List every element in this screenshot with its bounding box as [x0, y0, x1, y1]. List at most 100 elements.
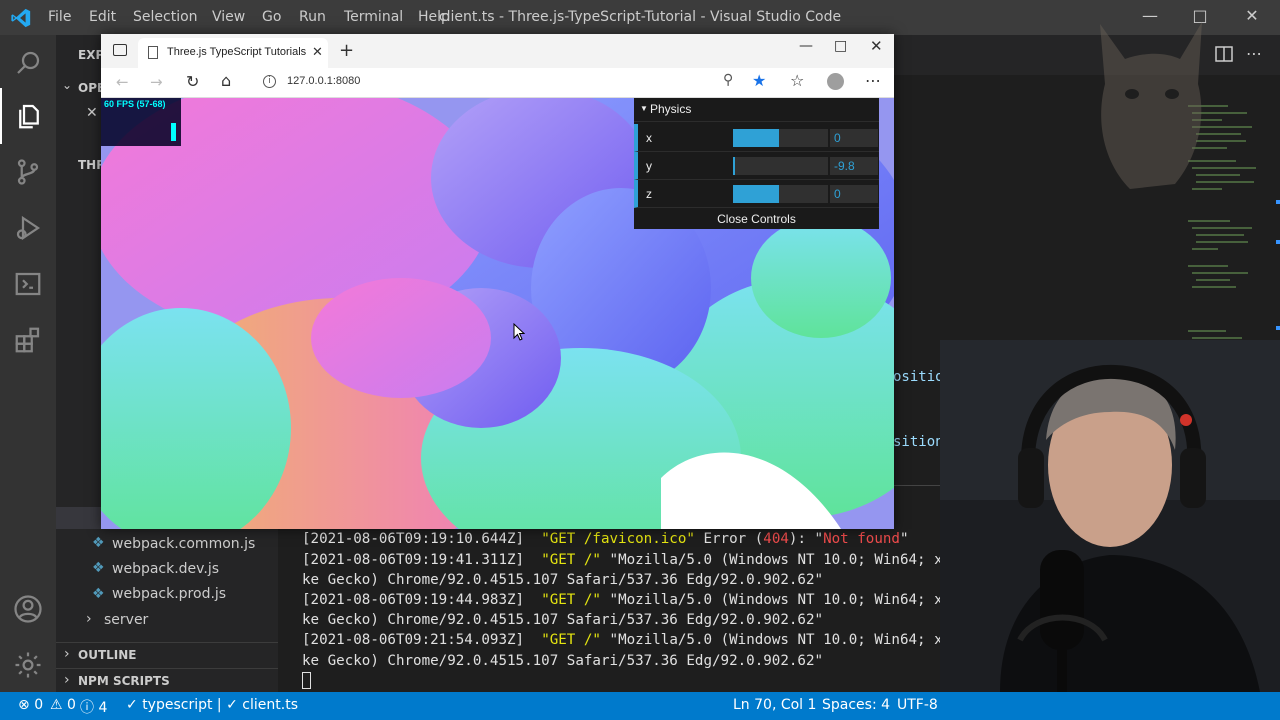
- gui-row-z: z 0: [634, 180, 879, 208]
- threejs-canvas[interactable]: 60 FPS (57-68) ▼ Physics x 0 y -9.8 z 0: [101, 98, 894, 529]
- gui-slider-fill: [733, 185, 779, 203]
- remote-explorer-icon[interactable]: [0, 256, 56, 312]
- favorites-icon[interactable]: ☆: [790, 71, 804, 90]
- gui-label: y: [646, 159, 652, 173]
- settings-gear-icon[interactable]: [0, 637, 56, 693]
- window-title: client.ts - Three.js-TypeScript-Tutorial…: [438, 9, 842, 25]
- info-indicator[interactable]: ⓘ 4: [80, 697, 107, 717]
- minimize-icon[interactable]: —: [799, 38, 813, 54]
- terminal-cursor: [302, 672, 311, 689]
- js-file-icon: ❖: [92, 586, 105, 602]
- scrollbar-marker: [1276, 200, 1280, 204]
- gui-number-input[interactable]: 0: [830, 129, 878, 147]
- favorite-star-icon[interactable]: ★: [752, 71, 766, 90]
- scrollbar-marker: [1276, 326, 1280, 330]
- browser-window: Three.js TypeScript Tutorials by S ✕ + —…: [101, 34, 894, 529]
- gui-number-input[interactable]: 0: [830, 185, 878, 203]
- close-icon[interactable]: ✕: [1240, 6, 1264, 30]
- outline-header[interactable]: OUTLINE: [78, 648, 136, 662]
- more-actions-icon[interactable]: ⋯: [1246, 44, 1262, 63]
- file-webpack-prod[interactable]: webpack.prod.js: [112, 586, 226, 602]
- back-icon[interactable]: ←: [116, 73, 129, 91]
- source-control-icon[interactable]: [0, 144, 56, 200]
- gui-slider[interactable]: [733, 157, 828, 175]
- new-tab-icon[interactable]: +: [339, 40, 354, 61]
- terminal-method: "GET /favicon.ico": [541, 531, 695, 547]
- cursor-position[interactable]: Ln 70, Col 1: [733, 697, 816, 713]
- gui-slider-fill: [733, 157, 735, 175]
- accounts-icon[interactable]: [0, 581, 56, 637]
- site-info-icon[interactable]: i: [263, 75, 276, 88]
- cat-background-image: [1090, 14, 1210, 204]
- more-icon[interactable]: ⋯: [865, 71, 881, 90]
- gui-number-input[interactable]: -9.8: [830, 157, 878, 175]
- forward-icon[interactable]: →: [150, 73, 163, 91]
- close-controls-button[interactable]: Close Controls: [634, 208, 879, 229]
- chevron-right-icon[interactable]: ›: [64, 672, 70, 688]
- home-icon[interactable]: ⌂: [221, 71, 231, 90]
- warnings-indicator[interactable]: ⚠ 0: [50, 697, 76, 713]
- gui-row-x: x 0: [634, 124, 879, 152]
- triangle-down-icon: ▼: [640, 104, 648, 113]
- gui-slider-fill: [733, 129, 779, 147]
- errors-indicator[interactable]: ⊗ 0: [18, 697, 43, 713]
- close-icon[interactable]: ✕: [870, 37, 883, 55]
- title-bar: File Edit Selection View Go Run Terminal…: [0, 0, 1280, 35]
- npm-scripts-header[interactable]: NPM SCRIPTS: [78, 674, 170, 688]
- language-status[interactable]: ✓ typescript | ✓ client.ts: [126, 697, 298, 713]
- close-editor-icon[interactable]: ✕: [86, 105, 98, 121]
- divider: [56, 668, 278, 669]
- search-icon[interactable]: [0, 35, 56, 91]
- js-file-icon: ❖: [92, 560, 105, 576]
- gui-label: x: [646, 131, 652, 145]
- fps-readout: 60 FPS (57-68): [104, 99, 166, 109]
- terminal-line: [2021-08-06T09:21:54.093Z] "GET /" "Mozi…: [302, 632, 943, 648]
- mouse-cursor-icon: [513, 323, 525, 341]
- chevron-down-icon[interactable]: ⌄: [62, 78, 72, 92]
- chevron-right-icon[interactable]: ›: [64, 646, 70, 662]
- browser-toolbar: ← → ↻ ⌂ i 127.0.0.1:8080 ⚲ ★ ☆ ⋯: [101, 68, 894, 98]
- divider: [56, 642, 278, 643]
- fps-graph: [171, 123, 176, 141]
- gui-row-y: y -9.8: [634, 152, 879, 180]
- chevron-right-icon[interactable]: ›: [86, 611, 92, 627]
- gui-label: z: [646, 187, 652, 201]
- status-bar: ⊗ 0 ⚠ 0 ⓘ 4 ✓ typescript | ✓ client.ts L…: [0, 692, 1280, 720]
- indentation[interactable]: Spaces: 4: [822, 697, 890, 713]
- browser-tab-strip: Three.js TypeScript Tutorials by S ✕ + —…: [101, 34, 894, 68]
- gui-folder-title: Physics: [650, 102, 692, 116]
- maximize-icon[interactable]: □: [834, 38, 847, 54]
- terminal-line: ke Gecko) Chrome/92.0.4515.107 Safari/53…: [302, 572, 824, 588]
- refresh-icon[interactable]: ↻: [186, 72, 199, 91]
- terminal-line: ke Gecko) Chrome/92.0.4515.107 Safari/53…: [302, 612, 824, 628]
- stats-panel[interactable]: 60 FPS (57-68): [101, 98, 181, 146]
- split-editor-icon[interactable]: [1214, 44, 1234, 64]
- activity-bar: [0, 35, 56, 692]
- gui-folder-header[interactable]: ▼ Physics: [634, 98, 879, 122]
- address-bar[interactable]: 127.0.0.1:8080: [287, 75, 360, 87]
- dat-gui-panel: ▼ Physics x 0 y -9.8 z 0 Close Controls: [634, 98, 879, 229]
- encoding[interactable]: UTF-8: [897, 697, 938, 713]
- extensions-icon[interactable]: [0, 312, 56, 368]
- browser-tab[interactable]: Three.js TypeScript Tutorials by S ✕: [138, 38, 328, 68]
- js-file-icon: ❖: [92, 535, 105, 551]
- close-tab-icon[interactable]: ✕: [312, 44, 323, 60]
- tab-title: Three.js TypeScript Tutorials by S: [167, 46, 307, 58]
- file-webpack-dev[interactable]: webpack.dev.js: [112, 561, 219, 577]
- profile-avatar[interactable]: [827, 73, 844, 90]
- explorer-icon[interactable]: [0, 88, 56, 144]
- terminal-line: [2021-08-06T09:19:10.644Z] "GET /favicon…: [302, 531, 909, 547]
- run-debug-icon[interactable]: [0, 200, 56, 256]
- page-icon: [148, 46, 158, 59]
- terminal-line: [2021-08-06T09:19:44.983Z] "GET /" "Mozi…: [302, 592, 969, 608]
- gui-slider[interactable]: [733, 185, 828, 203]
- terminal-line: [2021-08-06T09:19:41.311Z] "GET /" "Mozi…: [302, 552, 969, 568]
- tab-actions-icon[interactable]: [113, 44, 127, 56]
- scrollbar-marker: [1276, 240, 1280, 244]
- gui-slider[interactable]: [733, 129, 828, 147]
- terminal-line: ke Gecko) Chrome/92.0.4515.107 Safari/53…: [302, 653, 824, 669]
- zoom-icon[interactable]: ⚲: [723, 72, 733, 88]
- file-webpack-common[interactable]: webpack.common.js: [112, 536, 255, 552]
- webcam-overlay: [940, 340, 1280, 692]
- folder-server[interactable]: server: [104, 612, 148, 628]
